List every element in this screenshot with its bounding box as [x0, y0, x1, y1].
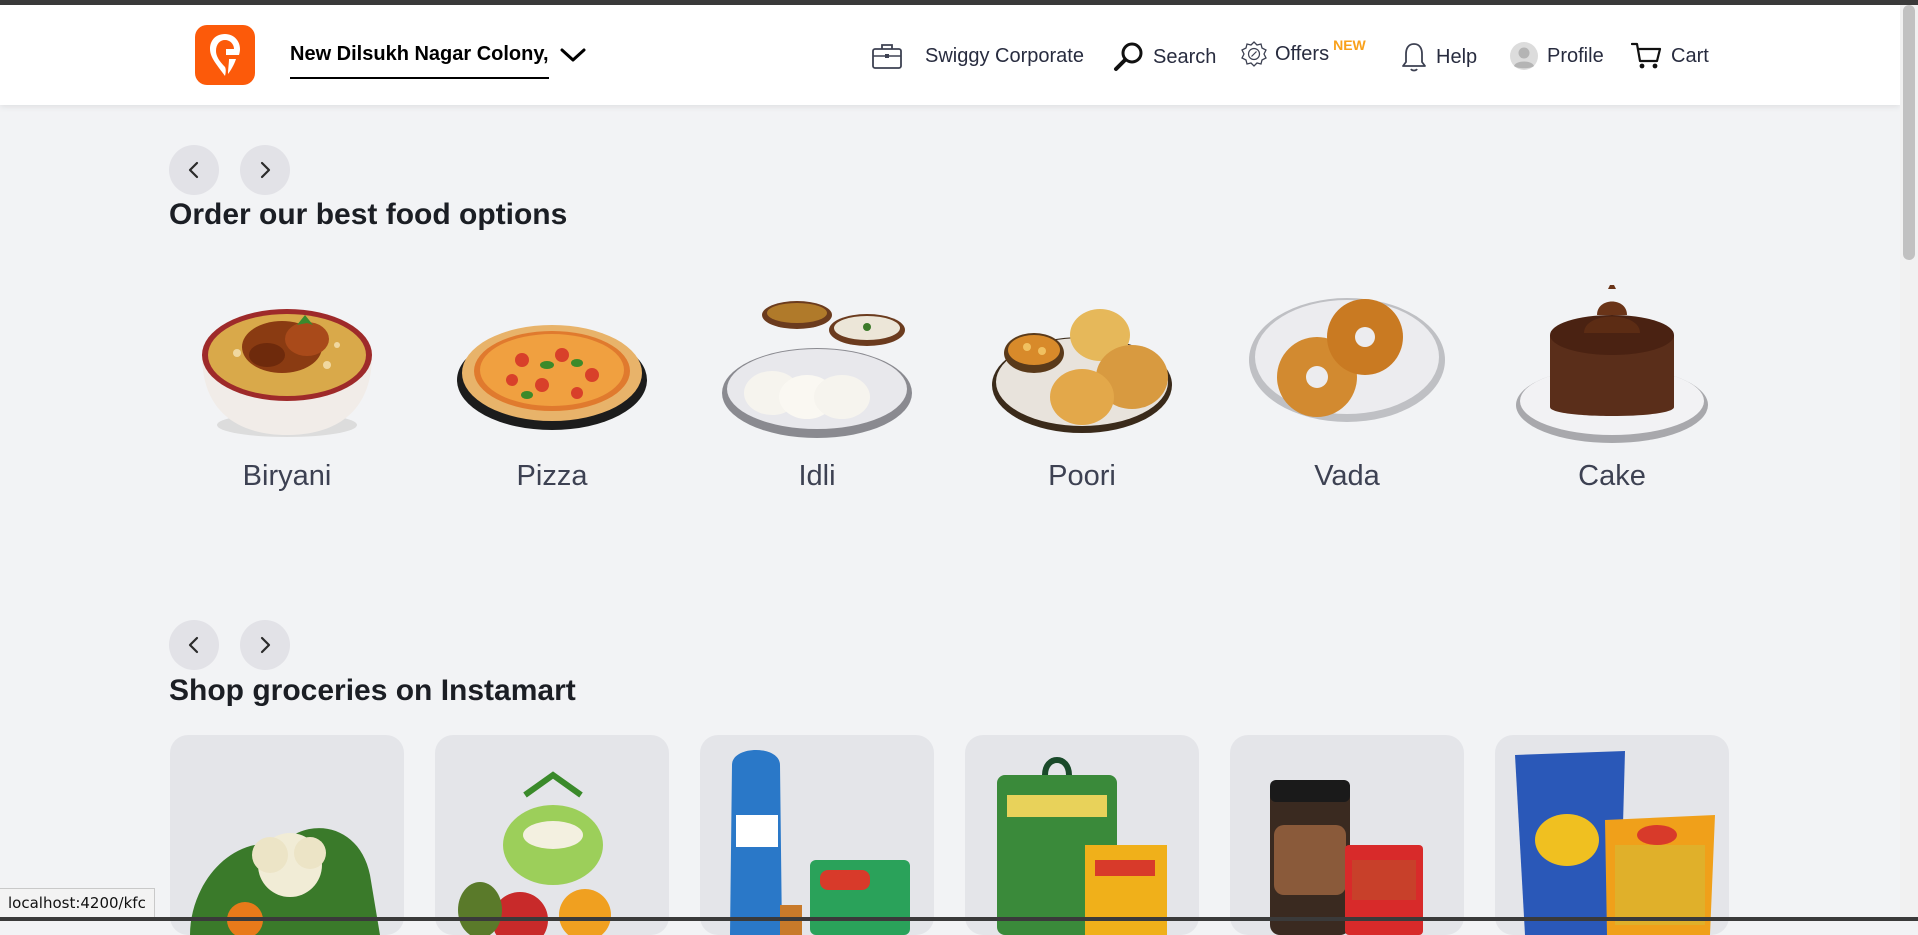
- dairy-bread-image: [730, 750, 910, 935]
- pizza-image: [457, 325, 647, 430]
- avatar-icon: [1510, 42, 1538, 70]
- grocery-prev-button[interactable]: [169, 620, 219, 670]
- vada-image: [1249, 298, 1445, 422]
- food-item[interactable]: Vada: [1247, 285, 1447, 505]
- food-section-title: Order our best food options: [169, 198, 568, 231]
- food-label: Biryani: [242, 460, 332, 492]
- snacks-image: [1515, 751, 1715, 935]
- food-next-button[interactable]: [240, 145, 290, 195]
- chevron-right-icon: [260, 161, 271, 179]
- location-text[interactable]: New Dilsukh Nagar Colony,: [290, 43, 549, 79]
- food-item[interactable]: Idli: [717, 285, 917, 505]
- rice-atta-image: [997, 757, 1167, 935]
- chevron-down-icon[interactable]: [559, 45, 587, 65]
- fruits-image: [458, 771, 611, 935]
- nav-search[interactable]: Search: [1113, 41, 1216, 73]
- nav-label-corporate: Swiggy Corporate: [925, 44, 1084, 67]
- grocery-card[interactable]: [1495, 735, 1729, 935]
- nav-label-profile: Profile: [1547, 44, 1604, 67]
- location-selector[interactable]: New Dilsukh Nagar Colony,: [290, 43, 587, 85]
- grocery-next-button[interactable]: [240, 620, 290, 670]
- grocery-card[interactable]: [435, 735, 669, 935]
- page-scrollbar[interactable]: [1900, 5, 1918, 921]
- grocery-card[interactable]: [965, 735, 1199, 935]
- nav-help[interactable]: Help: [1400, 41, 1477, 73]
- offers-badge-icon: [1241, 41, 1267, 67]
- food-item[interactable]: Cake: [1512, 285, 1712, 505]
- food-label: Poori: [1048, 460, 1116, 492]
- window-bottom-edge: [0, 917, 1918, 921]
- bell-icon: [1402, 43, 1426, 72]
- swiggy-logo-icon: [210, 34, 240, 76]
- chevron-left-icon: [188, 161, 199, 179]
- site-header: New Dilsukh Nagar Colony, Swiggy Corpora…: [0, 5, 1900, 105]
- briefcase-icon: [872, 44, 902, 69]
- nav-label-offers: Offers: [1275, 42, 1330, 65]
- nav-cart[interactable]: Cart: [1631, 41, 1709, 71]
- nav-profile[interactable]: Profile: [1509, 41, 1604, 71]
- chevron-left-icon: [188, 636, 199, 654]
- poori-image: [992, 309, 1172, 433]
- food-item[interactable]: Poori: [982, 285, 1182, 505]
- food-item[interactable]: Pizza: [452, 285, 652, 505]
- biryani-image: [202, 309, 372, 437]
- vegetables-image: [190, 828, 380, 935]
- grocery-card[interactable]: [170, 735, 404, 935]
- scrollbar-thumb[interactable]: [1903, 5, 1915, 260]
- browser-status-url: localhost:4200/kfc: [0, 888, 155, 918]
- grocery-card[interactable]: [700, 735, 934, 935]
- search-icon: [1114, 42, 1143, 71]
- food-label: Vada: [1314, 460, 1380, 492]
- dry-fruits-masala-image: [1270, 780, 1423, 935]
- food-label: Cake: [1578, 460, 1646, 492]
- cart-icon: [1631, 42, 1662, 69]
- grocery-section-title: Shop groceries on Instamart: [169, 674, 576, 707]
- food-item[interactable]: Biryani: [187, 285, 387, 505]
- nav-label-cart: Cart: [1671, 44, 1709, 67]
- swiggy-logo[interactable]: [195, 25, 255, 85]
- cake-image: [1516, 285, 1708, 443]
- food-label: Pizza: [516, 460, 588, 492]
- idli-image: [722, 301, 912, 438]
- food-label: Idli: [798, 460, 836, 492]
- nav-label-help: Help: [1436, 45, 1478, 68]
- new-badge: NEW: [1333, 37, 1366, 53]
- grocery-card[interactable]: [1230, 735, 1464, 935]
- nav-label-search: Search: [1153, 45, 1217, 68]
- chevron-right-icon: [260, 636, 271, 654]
- nav-offers[interactable]: Offers NEW: [1241, 37, 1366, 67]
- nav-swiggy-corporate[interactable]: Swiggy Corporate: [871, 41, 1084, 71]
- food-prev-button[interactable]: [169, 145, 219, 195]
